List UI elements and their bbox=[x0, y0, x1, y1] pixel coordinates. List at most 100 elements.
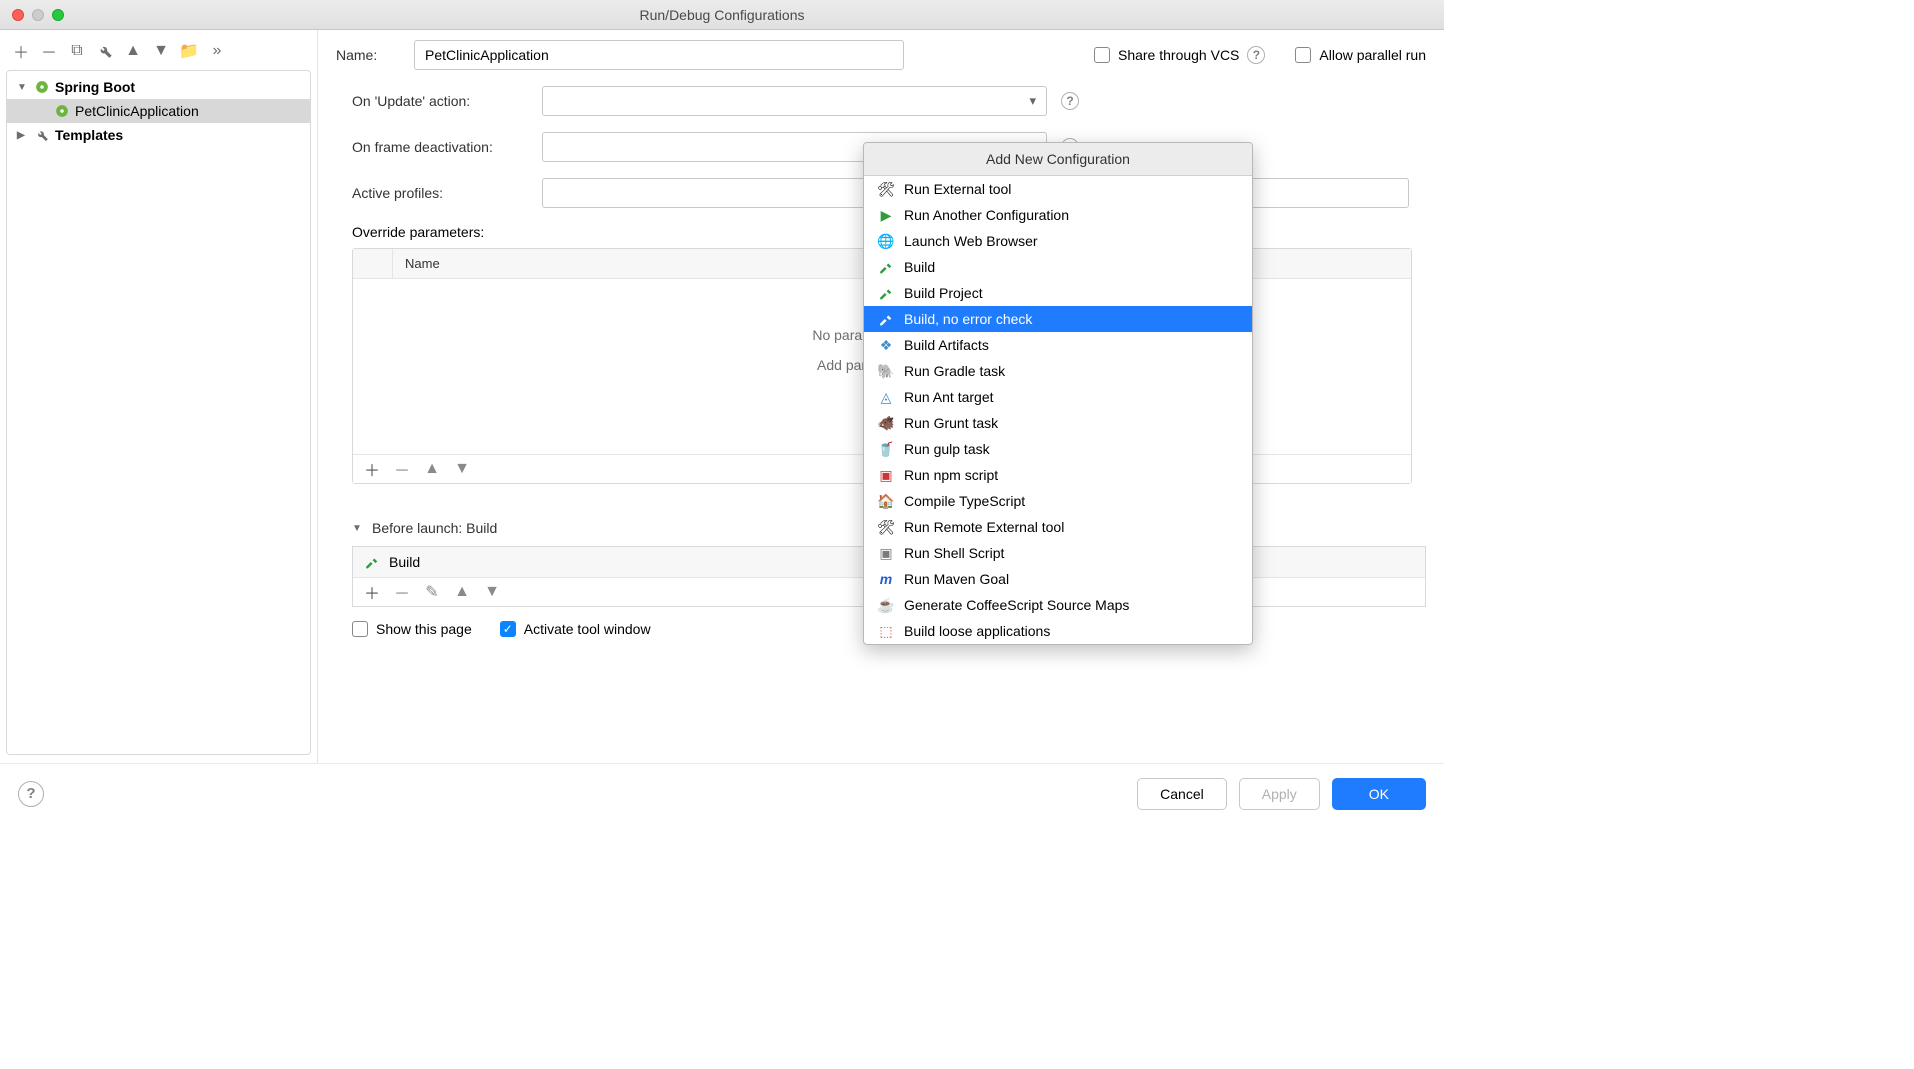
popup-item[interactable]: ⬚ Build loose applications bbox=[864, 618, 1252, 644]
chevron-right-icon: ▶ bbox=[17, 130, 29, 141]
popup-item[interactable]: 🛠Run Remote External tool bbox=[864, 514, 1252, 540]
config-tree: ▼ Spring Boot PetClinicApplication ▶ Tem… bbox=[6, 70, 311, 755]
item-icon bbox=[878, 311, 894, 327]
popup-item-label: Run Shell Script bbox=[904, 545, 1004, 561]
cancel-button[interactable]: Cancel bbox=[1137, 778, 1227, 810]
popup-item-label: Launch Web Browser bbox=[904, 233, 1038, 249]
item-icon bbox=[878, 259, 894, 275]
wrench-icon bbox=[35, 128, 49, 142]
item-icon: 🌐 bbox=[878, 233, 894, 249]
remove-config-icon[interactable]: － bbox=[40, 42, 58, 60]
popup-item[interactable]: Build bbox=[864, 254, 1252, 280]
popup-item-label: Build bbox=[904, 259, 935, 275]
popup-item-label: Run Grunt task bbox=[904, 415, 998, 431]
add-task-icon[interactable]: ＋ bbox=[363, 583, 381, 601]
popup-item[interactable]: ❖ Build Artifacts bbox=[864, 332, 1252, 358]
spring-boot-icon bbox=[35, 80, 49, 94]
name-label: Name: bbox=[336, 47, 400, 63]
item-icon: ⬚ bbox=[878, 623, 894, 639]
popup-item[interactable]: 🐘Run Gradle task bbox=[864, 358, 1252, 384]
popup-item-label: Build Artifacts bbox=[904, 337, 989, 353]
share-vcs-checkbox[interactable] bbox=[1094, 47, 1110, 63]
popup-item[interactable]: 🛠Run External tool bbox=[864, 176, 1252, 202]
help-button[interactable]: ? bbox=[18, 781, 44, 807]
build-task-label: Build bbox=[389, 554, 420, 570]
popup-item[interactable]: mRun Maven Goal bbox=[864, 566, 1252, 592]
tree-label: Templates bbox=[55, 127, 123, 143]
tree-petclinic[interactable]: PetClinicApplication bbox=[7, 99, 310, 123]
popup-item-label: Run Gradle task bbox=[904, 363, 1005, 379]
add-param-icon[interactable]: ＋ bbox=[363, 460, 381, 478]
tree-spring-boot[interactable]: ▼ Spring Boot bbox=[7, 75, 310, 99]
activate-window-label: Activate tool window bbox=[524, 621, 651, 637]
popup-item[interactable]: 🏠Compile TypeScript bbox=[864, 488, 1252, 514]
add-config-icon[interactable]: ＋ bbox=[12, 42, 30, 60]
edit-task-icon[interactable]: ✎ bbox=[423, 583, 441, 601]
window-title: Run/Debug Configurations bbox=[0, 7, 1444, 23]
item-icon: ▶ bbox=[878, 207, 894, 223]
name-input[interactable] bbox=[414, 40, 904, 70]
zoom-window-button[interactable] bbox=[52, 9, 64, 21]
move-down-icon[interactable]: ▼ bbox=[453, 460, 471, 478]
move-up-icon[interactable]: ▲ bbox=[423, 460, 441, 478]
item-icon: ☕ bbox=[878, 597, 894, 613]
tree-label: PetClinicApplication bbox=[75, 103, 199, 119]
add-configuration-popup: Add New Configuration 🛠Run External tool… bbox=[863, 142, 1253, 645]
popup-item-label: Run External tool bbox=[904, 181, 1011, 197]
popup-item-label: Run Remote External tool bbox=[904, 519, 1064, 535]
popup-item[interactable]: ▶ Run Another Configuration bbox=[864, 202, 1252, 228]
apply-button[interactable]: Apply bbox=[1239, 778, 1320, 810]
sidebar-toolbar: ＋ － ⧉ ▲ ▼ 📁 » bbox=[6, 38, 311, 70]
help-icon[interactable]: ? bbox=[1061, 92, 1079, 110]
move-down-icon[interactable]: ▼ bbox=[483, 583, 501, 601]
popup-title: Add New Configuration bbox=[864, 143, 1252, 176]
item-icon: ▣ bbox=[878, 467, 894, 483]
copy-config-icon[interactable]: ⧉ bbox=[68, 42, 86, 60]
tree-templates[interactable]: ▶ Templates bbox=[7, 123, 310, 147]
parallel-run-label: Allow parallel run bbox=[1319, 47, 1426, 63]
before-launch-label: Before launch: Build bbox=[372, 520, 497, 536]
item-icon: ▣ bbox=[878, 545, 894, 561]
popup-item[interactable]: ◬Run Ant target bbox=[864, 384, 1252, 410]
popup-item-label: Build, no error check bbox=[904, 311, 1032, 327]
sidebar: ＋ － ⧉ ▲ ▼ 📁 » ▼ Spring Boot PetClinicApp… bbox=[0, 30, 318, 763]
popup-item-label: Build Project bbox=[904, 285, 983, 301]
popup-item-label: Run Another Configuration bbox=[904, 207, 1069, 223]
popup-item-label: Build loose applications bbox=[904, 623, 1050, 639]
popup-item[interactable]: ▣ Run Shell Script bbox=[864, 540, 1252, 566]
wrench-icon[interactable] bbox=[96, 42, 114, 60]
popup-item-label: Run npm script bbox=[904, 467, 998, 483]
folder-icon[interactable]: 📁 bbox=[180, 42, 198, 60]
chevron-down-icon[interactable]: ▼ bbox=[352, 523, 364, 534]
move-up-icon[interactable]: ▲ bbox=[453, 583, 471, 601]
remove-param-icon[interactable]: － bbox=[393, 460, 411, 478]
on-update-dropdown[interactable]: ▾ bbox=[542, 86, 1047, 116]
show-page-checkbox[interactable] bbox=[352, 621, 368, 637]
popup-item[interactable]: 🥤Run gulp task bbox=[864, 436, 1252, 462]
popup-item[interactable]: Build, no error check bbox=[864, 306, 1252, 332]
popup-item[interactable]: ▣ Run npm script bbox=[864, 462, 1252, 488]
close-window-button[interactable] bbox=[12, 9, 24, 21]
popup-item[interactable]: ☕ Generate CoffeeScript Source Maps bbox=[864, 592, 1252, 618]
activate-window-checkbox[interactable] bbox=[500, 621, 516, 637]
item-icon: 🏠 bbox=[878, 493, 894, 509]
move-up-icon[interactable]: ▲ bbox=[124, 42, 142, 60]
hammer-icon bbox=[365, 555, 379, 569]
parallel-run-checkbox[interactable] bbox=[1295, 47, 1311, 63]
move-down-icon[interactable]: ▼ bbox=[152, 42, 170, 60]
help-icon[interactable]: ? bbox=[1247, 46, 1265, 64]
on-update-label: On 'Update' action: bbox=[352, 93, 528, 109]
item-icon: ◬ bbox=[878, 389, 894, 405]
popup-item[interactable]: Build Project bbox=[864, 280, 1252, 306]
popup-item[interactable]: 🐗 Run Grunt task bbox=[864, 410, 1252, 436]
remove-task-icon[interactable]: － bbox=[393, 583, 411, 601]
minimize-window-button[interactable] bbox=[32, 9, 44, 21]
popup-item-label: Generate CoffeeScript Source Maps bbox=[904, 597, 1129, 613]
profiles-label: Active profiles: bbox=[352, 185, 528, 201]
show-page-label: Show this page bbox=[376, 621, 472, 637]
ok-button[interactable]: OK bbox=[1332, 778, 1426, 810]
more-icon[interactable]: » bbox=[208, 42, 226, 60]
item-icon: ❖ bbox=[878, 337, 894, 353]
item-icon: 🐗 bbox=[878, 415, 894, 431]
popup-item[interactable]: 🌐 Launch Web Browser bbox=[864, 228, 1252, 254]
